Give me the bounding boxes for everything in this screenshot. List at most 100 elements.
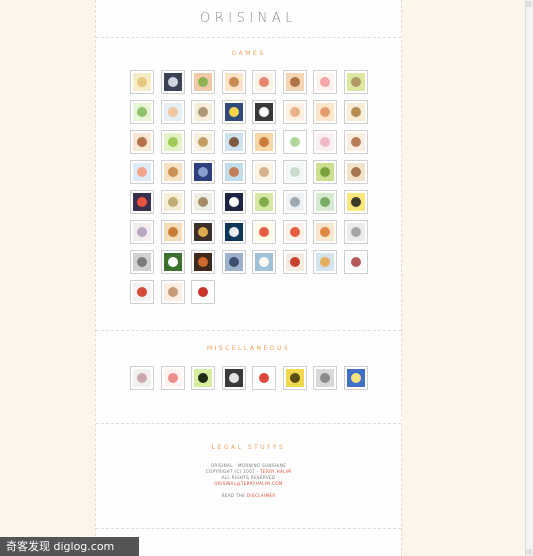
game-tile[interactable]	[313, 220, 337, 244]
game-tile[interactable]	[130, 250, 154, 274]
cartoon-deer-icon	[194, 193, 212, 211]
game-tile[interactable]	[221, 366, 246, 390]
koala-icon	[285, 193, 304, 211]
green-ball-icon	[163, 133, 182, 151]
game-tile[interactable]	[343, 160, 368, 184]
game-tile[interactable]	[343, 70, 368, 94]
game-tile[interactable]	[160, 190, 185, 214]
elephant-icon	[346, 223, 365, 241]
sun-rays-glyph	[137, 77, 147, 87]
game-tile[interactable]	[343, 100, 368, 124]
game-tile[interactable]	[130, 220, 154, 244]
game-tile[interactable]	[221, 160, 246, 184]
email-link[interactable]: ORISINAL@TERRYHALIM.COM	[96, 481, 401, 487]
game-tile[interactable]	[343, 130, 368, 154]
game-tile[interactable]	[130, 70, 154, 94]
game-tile[interactable]	[282, 250, 307, 274]
blue-stars-glyph	[350, 373, 361, 383]
game-tile[interactable]	[343, 190, 368, 214]
game-tile[interactable]	[313, 190, 337, 214]
game-tile[interactable]	[191, 190, 215, 214]
game-sign-glyph	[259, 227, 269, 237]
game-tile[interactable]	[252, 100, 276, 124]
tiger-glyph	[167, 227, 178, 237]
game-tile[interactable]	[313, 130, 337, 154]
scroll-up-arrow-icon[interactable]	[526, 1, 532, 7]
game-tile[interactable]	[282, 220, 307, 244]
kid-glyph	[137, 137, 147, 147]
game-tile[interactable]	[343, 220, 368, 244]
game-tile[interactable]	[191, 70, 215, 94]
pelican-glyph	[259, 257, 269, 267]
author-link[interactable]: TERRY HALIM	[260, 469, 291, 474]
game-tile[interactable]	[221, 100, 246, 124]
game-tile[interactable]	[313, 250, 337, 274]
game-tile[interactable]	[221, 220, 246, 244]
green-plant-icon	[316, 193, 334, 211]
game-tile[interactable]	[313, 160, 337, 184]
star-glyph	[228, 107, 239, 117]
game-tile[interactable]	[130, 130, 154, 154]
cherub-icon	[163, 103, 182, 121]
game-tile[interactable]	[252, 130, 276, 154]
pumpkin-glyph	[198, 257, 208, 267]
game-tile[interactable]	[160, 100, 185, 124]
disclaimer-link[interactable]: DISCLAIMER	[247, 493, 276, 498]
game-tile[interactable]	[252, 366, 276, 390]
thermometer-glyph	[350, 257, 361, 267]
game-tile[interactable]	[252, 70, 276, 94]
game-tile[interactable]	[252, 190, 276, 214]
bell-glyph	[167, 77, 178, 87]
game-tile[interactable]	[130, 366, 154, 390]
game-tile[interactable]	[252, 160, 276, 184]
game-tile[interactable]	[191, 130, 215, 154]
game-tile[interactable]	[282, 70, 307, 94]
game-tile[interactable]	[313, 70, 337, 94]
scrollbar[interactable]	[525, 0, 533, 556]
game-tile[interactable]	[191, 250, 215, 274]
game-tile[interactable]	[252, 220, 276, 244]
game-tile[interactable]	[160, 366, 185, 390]
game-tile[interactable]	[191, 366, 215, 390]
game-tile[interactable]	[252, 250, 276, 274]
game-sign-icon	[255, 223, 273, 241]
game-tile[interactable]	[343, 250, 368, 274]
game-tile[interactable]	[282, 190, 307, 214]
wolf-glyph	[228, 257, 239, 267]
game-tile[interactable]	[160, 160, 185, 184]
game-tile[interactable]	[313, 100, 337, 124]
game-tile[interactable]	[191, 280, 215, 304]
moon-glyph	[228, 197, 239, 207]
game-tile[interactable]	[313, 366, 337, 390]
game-tile[interactable]	[130, 160, 154, 184]
game-tile[interactable]	[221, 130, 246, 154]
game-tile[interactable]	[282, 366, 307, 390]
game-tile[interactable]	[160, 250, 185, 274]
pink-heart-glyph	[167, 373, 178, 383]
game-tile[interactable]	[160, 130, 185, 154]
game-tile[interactable]	[191, 160, 215, 184]
game-tile[interactable]	[160, 70, 185, 94]
game-tile[interactable]	[282, 100, 307, 124]
bell-girl-icon	[133, 223, 151, 241]
divider-bottom	[96, 528, 401, 529]
game-tile[interactable]	[160, 220, 185, 244]
game-tile[interactable]	[130, 100, 154, 124]
game-tile[interactable]	[221, 70, 246, 94]
game-tile[interactable]	[191, 220, 215, 244]
game-tile[interactable]	[191, 100, 215, 124]
game-tile[interactable]	[130, 280, 154, 304]
potato-glyph	[198, 137, 208, 147]
game-tile[interactable]	[343, 366, 368, 390]
game-tile[interactable]	[160, 280, 185, 304]
game-tile[interactable]	[282, 130, 307, 154]
site-logo[interactable]: ORISINAL	[96, 11, 401, 26]
game-tile[interactable]	[221, 250, 246, 274]
stop-sign-icon	[255, 369, 273, 387]
game-tile[interactable]	[221, 190, 246, 214]
magnet-glyph	[289, 257, 300, 267]
game-tile[interactable]	[282, 160, 307, 184]
scroll-down-arrow-icon[interactable]	[526, 549, 532, 555]
game-tile[interactable]	[130, 190, 154, 214]
sleeping-face-icon	[285, 103, 304, 121]
